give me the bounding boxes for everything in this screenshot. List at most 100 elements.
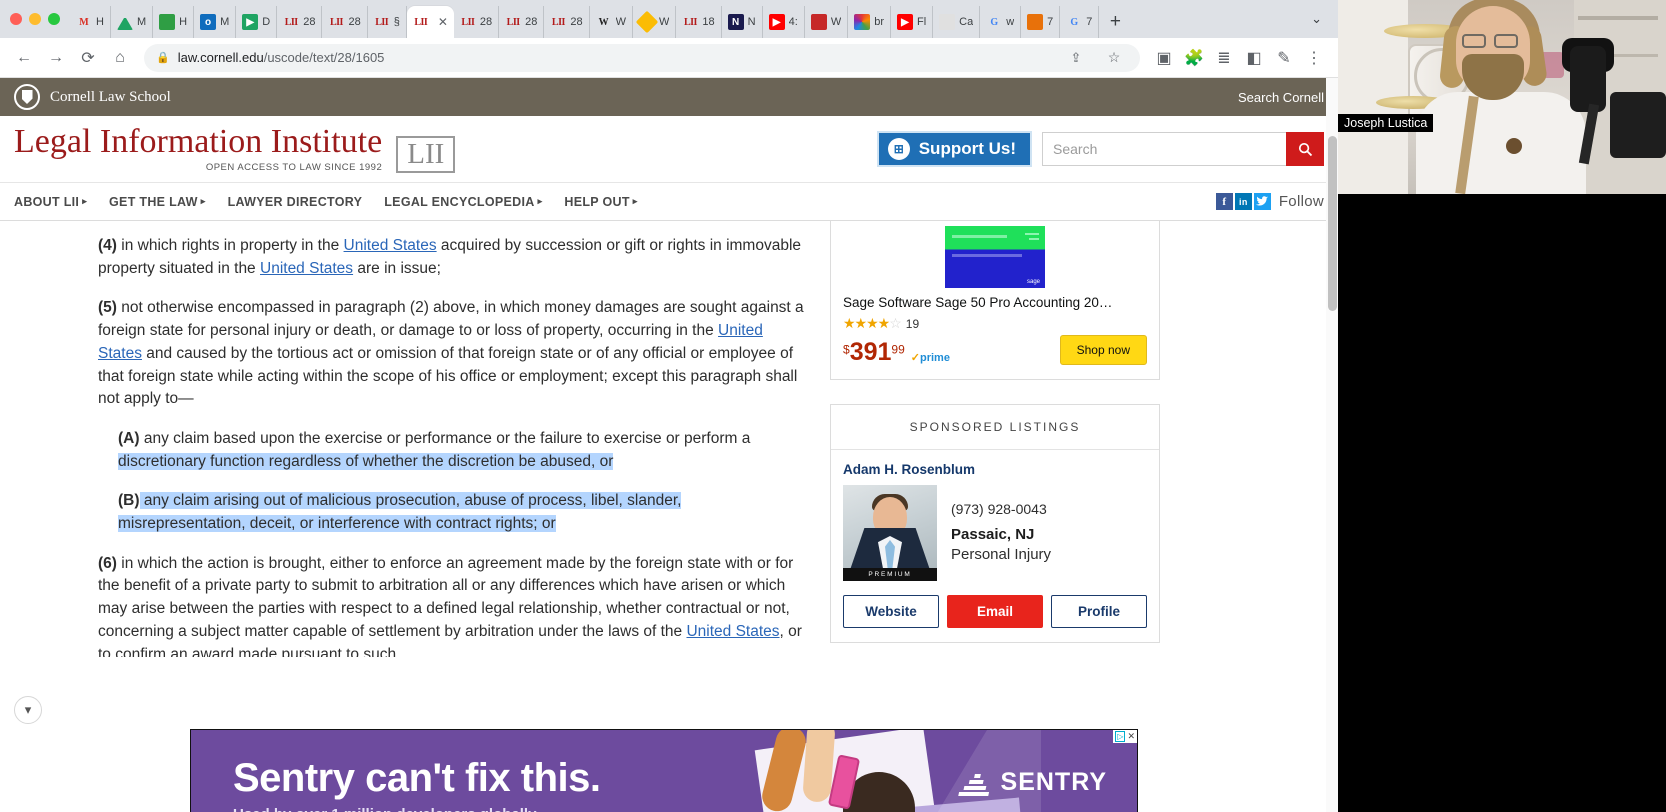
- lii-favicon-icon: LII: [506, 16, 520, 28]
- browser-tab-label: §: [393, 16, 400, 28]
- close-tab-icon[interactable]: ✕: [438, 15, 448, 29]
- follow-label: Follow: [1278, 193, 1324, 210]
- browser-tab[interactable]: ▶ 4:: [763, 6, 805, 38]
- search-input[interactable]: [1042, 132, 1286, 166]
- lawyer-practice-area: Personal Injury: [951, 546, 1052, 563]
- address-bar[interactable]: 🔒 law.cornell.edu/uscode/text/28/1605 ⇪ …: [144, 43, 1140, 72]
- play-favicon-icon: ▶: [242, 14, 259, 30]
- collapse-chevron-down-icon[interactable]: ▾: [14, 696, 42, 724]
- browser-tab[interactable]: 7: [1021, 6, 1061, 38]
- maps-favicon-icon: [635, 10, 659, 34]
- ad-choices[interactable]: ▷ ✕: [1113, 730, 1137, 743]
- lii-favicon-icon: LII: [683, 16, 697, 28]
- browser-tab[interactable]: M: [111, 6, 154, 38]
- webcam-video[interactable]: [1338, 0, 1666, 194]
- facebook-icon[interactable]: f: [1215, 193, 1233, 210]
- product-ad-card[interactable]: sage Sage Software Sage 50 Pro Accountin…: [830, 221, 1160, 380]
- side-panel-icon[interactable]: ◧: [1240, 44, 1268, 72]
- home-button[interactable]: ⌂: [106, 44, 134, 72]
- lawyer-details-row: PREMIUM (973) 928-0043 Passaic, NJ Perso…: [843, 485, 1147, 581]
- browser-tab[interactable]: Ca: [933, 6, 981, 38]
- extensions-icon[interactable]: 🧩: [1180, 44, 1208, 72]
- browser-tab-label: Fl: [916, 16, 927, 28]
- browser-tab-label: 7: [1047, 16, 1054, 28]
- browser-tab[interactable]: LII 28: [322, 6, 368, 38]
- browser-tab-label: W: [830, 16, 842, 28]
- nav-item-label: HELP OUT: [564, 194, 630, 209]
- browser-tab[interactable]: W: [805, 6, 849, 38]
- product-title[interactable]: Sage Software Sage 50 Pro Accounting 20…: [843, 294, 1147, 311]
- search-submit-button[interactable]: [1286, 132, 1324, 166]
- page-scrollbar[interactable]: [1326, 78, 1338, 812]
- product-price-row: $39199 ✓prime Shop now: [843, 335, 1147, 367]
- new-tab-button[interactable]: +: [1099, 6, 1131, 38]
- shop-now-button[interactable]: Shop now: [1059, 335, 1147, 365]
- lii-logo[interactable]: Legal Information Institute OPEN ACCESS …: [14, 125, 456, 174]
- united-states-link[interactable]: United States: [686, 623, 779, 640]
- website-button[interactable]: Website: [843, 595, 939, 628]
- share-icon[interactable]: ⇪: [1062, 44, 1090, 72]
- browser-tab[interactable]: LII 28: [544, 6, 590, 38]
- profile-icon[interactable]: ▣: [1150, 44, 1178, 72]
- adchoices-icon[interactable]: ▷: [1115, 731, 1126, 742]
- lii-favicon-icon: LII: [551, 16, 565, 28]
- browser-tab[interactable]: Gw: [980, 6, 1022, 38]
- browser-tab[interactable]: LII 18: [676, 6, 722, 38]
- support-us-button[interactable]: ⊞ Support Us!: [876, 131, 1032, 167]
- reading-list-icon[interactable]: ≣: [1210, 44, 1238, 72]
- browser-tab[interactable]: LII 28: [454, 6, 500, 38]
- linkedin-icon[interactable]: in: [1234, 193, 1252, 210]
- url-host: law.cornell.edu: [177, 50, 264, 65]
- lawyer-phone[interactable]: (973) 928-0043: [951, 501, 1051, 517]
- browser-tab[interactable]: LII 28: [499, 6, 545, 38]
- window-controls: [10, 13, 60, 25]
- sponsored-listing-item: Adam H. Rosenblum PREMIUM (973) 928-0043…: [831, 450, 1159, 642]
- nav-item-get-the-law[interactable]: GET THE LAW ▸: [109, 195, 206, 209]
- page-scrollbar-thumb[interactable]: [1328, 136, 1337, 311]
- forward-button[interactable]: →: [42, 44, 70, 72]
- grey-favicon-icon: [939, 14, 956, 30]
- minimize-window-button[interactable]: [29, 13, 41, 25]
- product-rating[interactable]: ★★★★☆ 19: [843, 315, 1147, 332]
- browser-tab[interactable]: H: [153, 6, 195, 38]
- profile-button[interactable]: Profile: [1051, 595, 1147, 628]
- statute-text-column: (4) in which rights in property in the U…: [14, 221, 804, 657]
- browser-tab[interactable]: G7: [1060, 6, 1100, 38]
- browser-tab[interactable]: oM: [194, 6, 237, 38]
- email-button[interactable]: Email: [947, 595, 1043, 628]
- browser-tab-active[interactable]: LII ✕: [406, 6, 454, 38]
- maximize-window-button[interactable]: [48, 13, 60, 25]
- ad-brand: SENTRY: [957, 768, 1107, 797]
- search-cornell-link[interactable]: Search Cornell: [1238, 90, 1324, 105]
- close-ad-icon[interactable]: ✕: [1127, 731, 1135, 742]
- browser-tab[interactable]: ▶ D: [236, 6, 278, 38]
- browser-tab[interactable]: MH: [70, 6, 111, 38]
- edit-icon[interactable]: ✎: [1270, 44, 1298, 72]
- united-states-link[interactable]: United States: [344, 237, 437, 254]
- web-page: Cornell Law School Search Cornell Legal …: [0, 78, 1338, 812]
- nav-item-help-out[interactable]: HELP OUT ▸: [564, 195, 637, 209]
- browser-tab[interactable]: br: [848, 6, 891, 38]
- twitter-icon[interactable]: [1253, 193, 1271, 210]
- tab-search-chevron-down-icon[interactable]: ⌄: [1303, 11, 1330, 27]
- browser-tab[interactable]: NN: [722, 6, 763, 38]
- bookmark-star-icon[interactable]: ☆: [1100, 44, 1128, 72]
- browser-tab[interactable]: LII §: [368, 6, 407, 38]
- nav-item-about-lii[interactable]: ABOUT LII ▸: [14, 195, 87, 209]
- united-states-link[interactable]: United States: [260, 260, 353, 277]
- browser-tab[interactable]: WW: [590, 6, 634, 38]
- browser-tab[interactable]: W: [633, 6, 677, 38]
- nav-item-legal-encyclopedia[interactable]: LEGAL ENCYCLOPEDIA ▸: [384, 195, 542, 209]
- browser-tab[interactable]: LII 28: [277, 6, 323, 38]
- lawyer-name[interactable]: Adam H. Rosenblum: [843, 462, 1147, 477]
- chrome-menu-icon[interactable]: ⋮: [1300, 44, 1328, 72]
- browser-tab[interactable]: ▶ Fl: [891, 6, 934, 38]
- nav-item-lawyer-directory[interactable]: LAWYER DIRECTORY: [228, 195, 363, 209]
- back-button[interactable]: ←: [10, 44, 38, 72]
- review-count: 19: [905, 316, 920, 331]
- close-window-button[interactable]: [10, 13, 22, 25]
- reload-button[interactable]: ⟳: [74, 44, 102, 72]
- webcam-empty-area: [1338, 194, 1666, 812]
- subparagraph-a-text: any claim based upon the exercise or per…: [139, 429, 751, 447]
- bottom-banner-ad[interactable]: ▷ ✕ Sentry can't fix this. Used by over …: [190, 729, 1138, 812]
